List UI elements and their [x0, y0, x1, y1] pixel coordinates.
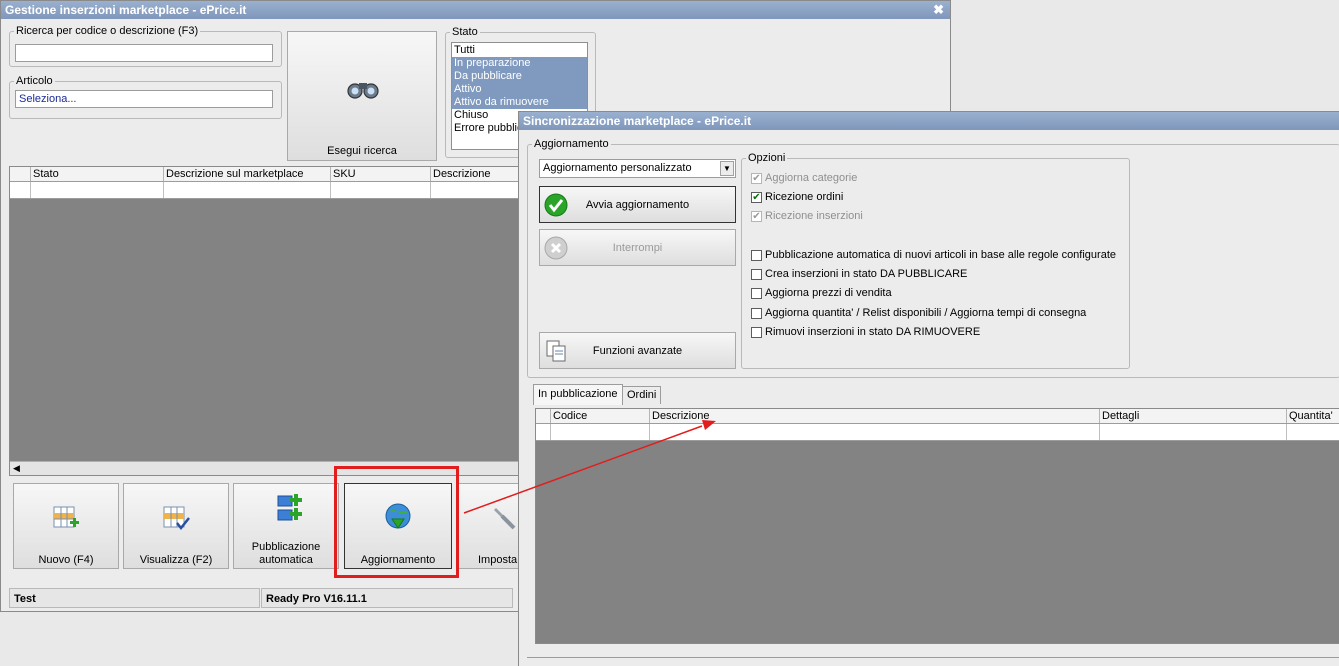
status-bar-right-text: Ready Pro V16.11.1: [266, 593, 367, 605]
scroll-left-icon[interactable]: ◀: [13, 463, 20, 474]
stop-button-label: Interrompi: [612, 242, 663, 254]
option-rimuovi-inserzioni-checkbox[interactable]: [751, 327, 762, 338]
search-button-label: Esegui ricerca: [327, 145, 397, 157]
settings-button-label: Imposta: [478, 554, 518, 566]
main-window-title: Gestione inserzioni marketplace - ePrice…: [5, 3, 247, 17]
sync-window-titlebar[interactable]: Sincronizzazione marketplace - ePrice.it: [519, 112, 1339, 130]
option-aggiorna-categorie-label: Aggiorna categorie: [765, 172, 858, 184]
grid-check-icon: [163, 506, 190, 531]
option-ricezione-ordini-checkbox[interactable]: ✔: [751, 192, 762, 203]
search-button[interactable]: Esegui ricerca: [287, 31, 437, 161]
tab-ordini-label: Ordini: [627, 389, 657, 401]
stato-item-attivo-da-rimuovere[interactable]: Attivo da rimuovere: [452, 96, 587, 109]
main-grid-col-stato[interactable]: Stato: [30, 167, 163, 181]
article-field[interactable]: Seleziona...: [15, 90, 273, 108]
option-aggiorna-prezzi-checkbox[interactable]: [751, 288, 762, 299]
option-crea-inserzioni-checkbox[interactable]: [751, 269, 762, 280]
sync-grid-header: Codice Descrizione Dettagli Quantita': [536, 409, 1339, 424]
main-grid-col-sku[interactable]: SKU: [330, 167, 430, 181]
option-pubblicazione-automatica-label: Pubblicazione automatica di nuovi artico…: [765, 249, 1116, 261]
advanced-functions-label: Funzioni avanzate: [592, 345, 683, 357]
option-rimuovi-inserzioni-label: Rimuovi inserzioni in stato DA RIMUOVERE: [765, 326, 981, 338]
start-update-label: Avvia aggiornamento: [585, 199, 690, 211]
option-aggiorna-categorie-checkbox[interactable]: ✔: [751, 173, 762, 184]
binoculars-icon: [347, 83, 379, 99]
sync-window: Sincronizzazione marketplace - ePrice.it…: [518, 111, 1339, 666]
view-button-label: Visualizza (F2): [139, 554, 213, 566]
main-grid: Stato Descrizione sul marketplace SKU De…: [9, 166, 521, 476]
tab-in-pubblicazione[interactable]: In pubblicazione: [533, 384, 623, 405]
status-bar-right: Ready Pro V16.11.1: [261, 588, 513, 608]
new-button[interactable]: Nuovo (F4): [13, 483, 119, 569]
status-bar-left: Test: [9, 588, 260, 608]
tab-in-pubblicazione-label: In pubblicazione: [538, 388, 618, 400]
search-label: Ricerca per codice o descrizione (F3): [16, 25, 199, 37]
update-group-label: Aggiornamento: [534, 138, 609, 150]
search-input[interactable]: [15, 44, 273, 62]
new-button-label: Nuovo (F4): [38, 554, 94, 566]
main-grid-filter-row[interactable]: [10, 182, 520, 199]
main-grid-col-rowheader: [10, 167, 30, 181]
option-aggiorna-prezzi-label: Aggiorna prezzi di vendita: [765, 287, 892, 299]
main-grid-col-descrizione-marketplace[interactable]: Descrizione sul marketplace: [163, 167, 330, 181]
option-ricezione-inserzioni-checkbox[interactable]: ✔: [751, 211, 762, 222]
main-grid-header: Stato Descrizione sul marketplace SKU De…: [10, 167, 520, 182]
article-label: Articolo: [16, 75, 53, 87]
sync-bottom-divider: [527, 657, 1339, 658]
stop-button[interactable]: Interrompi: [539, 229, 736, 266]
stato-item-da-pubblicare[interactable]: Da pubblicare: [452, 70, 587, 83]
auto-publish-button-label: Pubblicazione automatica: [251, 541, 321, 566]
option-ricezione-inserzioni-label: Ricezione inserzioni: [765, 210, 863, 222]
automatic-publish-icon: [277, 494, 302, 521]
sync-grid-col-descrizione[interactable]: Descrizione: [649, 409, 1099, 423]
mode-select[interactable]: Aggiornamento personalizzato ▼: [539, 159, 736, 178]
sync-grid-col-quantita[interactable]: Quantita': [1286, 409, 1339, 423]
view-button[interactable]: Visualizza (F2): [123, 483, 229, 569]
option-aggiorna-quantita-label: Aggiorna quantita' / Relist disponibili …: [765, 307, 1087, 319]
status-bar-left-text: Test: [14, 593, 36, 605]
article-field-value: Seleziona...: [19, 93, 77, 105]
chevron-down-icon[interactable]: ▼: [720, 161, 734, 176]
highlight-box: [334, 466, 459, 578]
option-crea-inserzioni-label: Crea inserzioni in stato DA PUBBLICARE: [765, 268, 968, 280]
sync-window-title: Sincronizzazione marketplace - ePrice.it: [523, 114, 752, 128]
auto-publish-button[interactable]: Pubblicazione automatica: [233, 483, 339, 569]
sync-grid: Codice Descrizione Dettagli Quantita': [535, 408, 1339, 644]
sync-grid-col-rowheader: [536, 409, 550, 423]
mode-select-value: Aggiornamento personalizzato: [543, 162, 692, 174]
sync-grid-filter-row[interactable]: [536, 424, 1339, 441]
wrench-icon: [494, 508, 516, 530]
close-icon[interactable]: ✖: [933, 1, 944, 19]
stato-item-attivo[interactable]: Attivo: [452, 83, 587, 96]
start-update-button[interactable]: Avvia aggiornamento: [539, 186, 736, 223]
tab-ordini[interactable]: Ordini: [622, 386, 662, 404]
settings-button[interactable]: Imposta: [457, 483, 519, 569]
option-aggiorna-quantita-checkbox[interactable]: [751, 308, 762, 319]
grid-add-icon: [53, 506, 79, 528]
advanced-functions-button[interactable]: Funzioni avanzate: [539, 332, 736, 369]
main-window-titlebar[interactable]: Gestione inserzioni marketplace - ePrice…: [1, 1, 950, 19]
option-ricezione-ordini-label: Ricezione ordini: [765, 191, 844, 203]
sync-grid-col-codice[interactable]: Codice: [550, 409, 649, 423]
option-pubblicazione-automatica-checkbox[interactable]: [751, 250, 762, 261]
stato-item-in-preparazione[interactable]: In preparazione: [452, 57, 587, 70]
main-grid-col-descrizione[interactable]: Descrizione: [430, 167, 520, 181]
options-label: Opzioni: [748, 152, 786, 164]
sync-grid-col-dettagli[interactable]: Dettagli: [1099, 409, 1286, 423]
stato-item-tutti[interactable]: Tutti: [452, 44, 587, 57]
stato-label: Stato: [452, 26, 478, 38]
